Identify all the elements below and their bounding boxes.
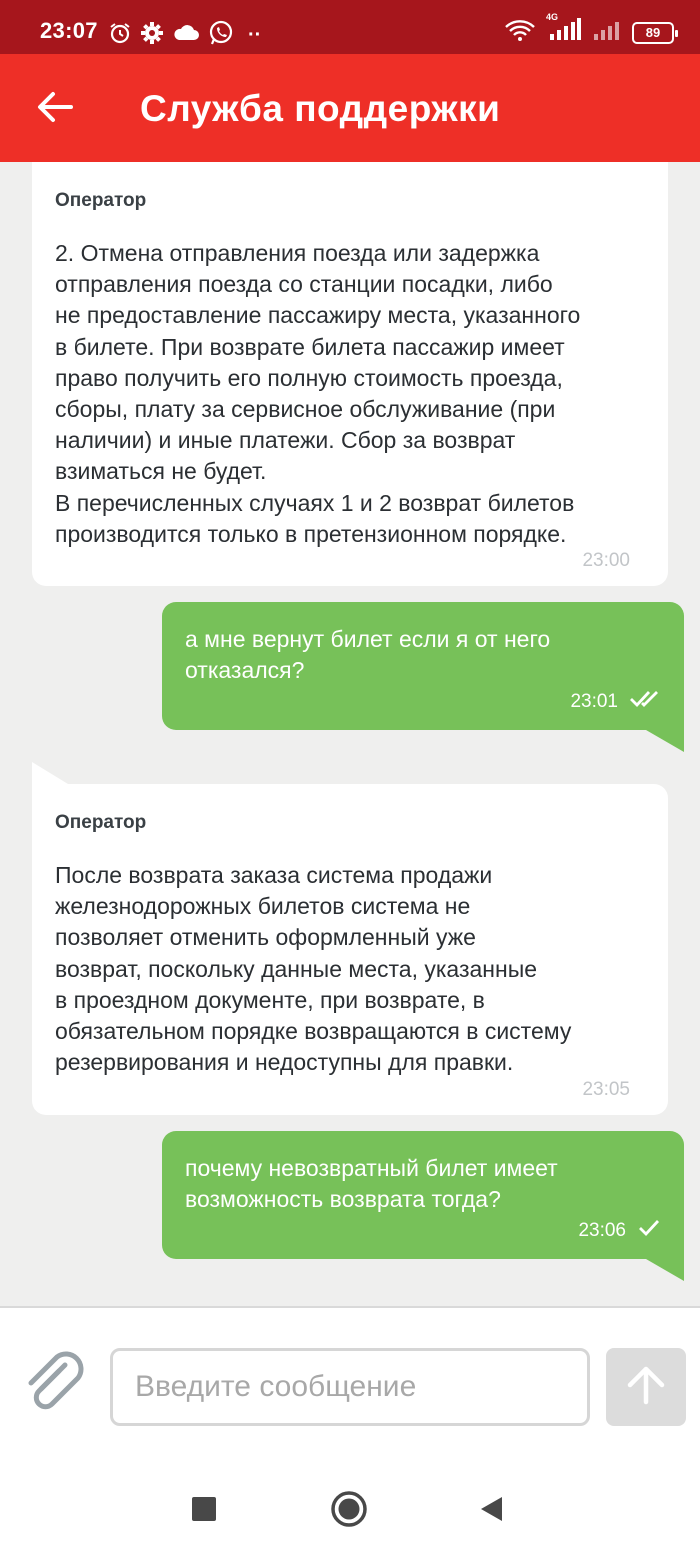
gear-icon <box>140 21 164 50</box>
status-time: 23:07 <box>40 18 98 43</box>
recents-square-icon <box>191 1496 217 1527</box>
paperclip-icon <box>19 1347 89 1422</box>
attach-button[interactable] <box>18 1348 90 1420</box>
signal-icon: 4G <box>546 12 582 47</box>
incoming-message: Оператор После возврата заказа система п… <box>32 784 668 1115</box>
message-input[interactable] <box>110 1348 590 1426</box>
whatsapp-icon <box>208 20 234 51</box>
app-bar: Служба поддержки <box>0 54 700 162</box>
status-right-icons: 4G 89 <box>504 12 678 47</box>
bubble-tail <box>646 730 684 752</box>
wifi-icon <box>504 18 536 47</box>
message-text: почему невозвратный билет имеет возможно… <box>185 1155 558 1213</box>
signal-icon <box>592 18 622 47</box>
status-left-icons: ·· <box>108 20 261 51</box>
back-button[interactable] <box>30 84 80 134</box>
send-button[interactable] <box>606 1348 686 1426</box>
message-text: а мне вернут билет если я от него отказа… <box>185 626 551 684</box>
outgoing-message: а мне вернут билет если я от него отказа… <box>162 602 684 730</box>
message-sender: Оператор <box>55 812 147 833</box>
message-text: После возврата заказа система продажи же… <box>55 862 572 1076</box>
bubble-tail <box>646 1259 684 1281</box>
status-bar: 23:07 ·· 4G 89 <box>0 0 700 54</box>
arrow-up-icon <box>625 1365 667 1410</box>
message-time: 23:00 <box>582 550 630 571</box>
message-meta: 23:01 <box>570 690 660 714</box>
more-dots-icon: ·· <box>248 24 262 46</box>
back-nav-button[interactable] <box>469 1489 513 1533</box>
message-sender: Оператор <box>55 190 147 211</box>
check-icon <box>638 1219 660 1243</box>
message-composer <box>0 1306 700 1463</box>
message-time: 23:01 <box>570 691 618 712</box>
double-check-icon <box>630 690 660 714</box>
page-title: Служба поддержки <box>140 88 501 129</box>
message-meta: 23:06 <box>578 1219 660 1243</box>
cloud-icon <box>172 22 200 49</box>
message-time: 23:05 <box>582 1079 630 1100</box>
outgoing-message: почему невозвратный билет имеет возможно… <box>162 1131 684 1259</box>
system-nav-bar <box>0 1463 700 1556</box>
home-circle-icon <box>329 1489 369 1534</box>
recents-button[interactable] <box>182 1489 226 1533</box>
arrow-left-icon <box>37 91 73 128</box>
bubble-tail <box>32 762 68 784</box>
incoming-message: Оператор 2. Отмена отправления поезда ил… <box>32 162 668 586</box>
battery-icon: 89 <box>632 21 678 44</box>
message-text: 2. Отмена отправления поезда или задержк… <box>55 240 581 547</box>
chat-thread[interactable]: Оператор 2. Отмена отправления поезда ил… <box>0 162 700 1306</box>
message-time: 23:06 <box>578 1220 626 1241</box>
alarm-icon <box>108 21 132 50</box>
home-button[interactable] <box>327 1489 371 1533</box>
back-triangle-icon <box>478 1495 504 1528</box>
